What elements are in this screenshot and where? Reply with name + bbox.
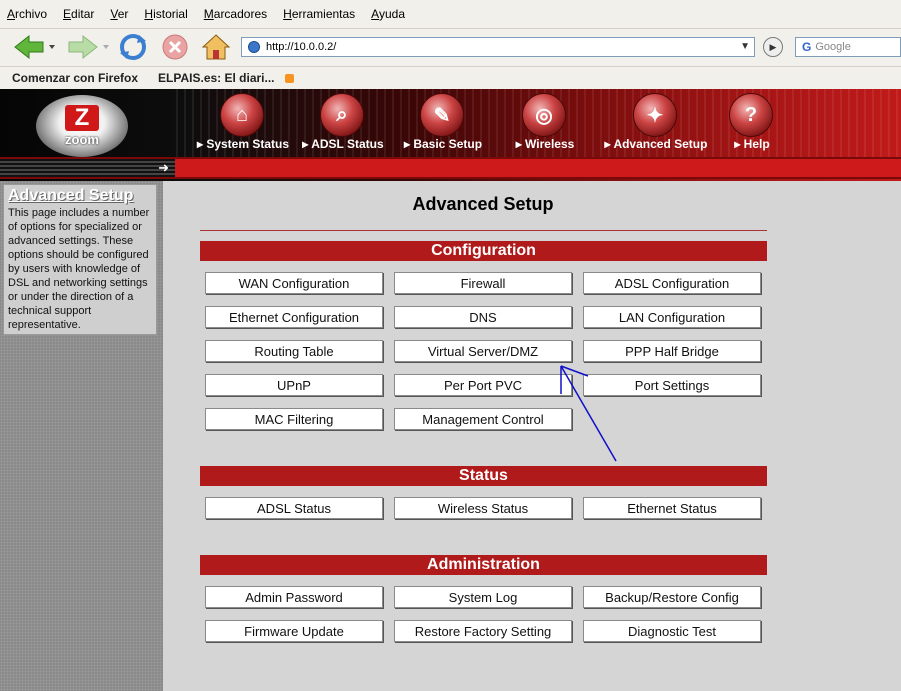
routing-table-button[interactable]: Routing Table — [205, 340, 383, 362]
wireless-status-button[interactable]: Wireless Status — [394, 497, 572, 519]
sidebar-info-box: Advanced Setup This page includes a numb… — [3, 184, 157, 335]
home-icon — [201, 34, 231, 60]
section-configuration: Configuration — [200, 241, 767, 261]
stop-button[interactable] — [160, 33, 190, 61]
ethernet-status-button[interactable]: Ethernet Status — [583, 497, 761, 519]
ppp-half-bridge-button[interactable]: PPP Half Bridge — [583, 340, 761, 362]
dns-button[interactable]: DNS — [394, 306, 572, 328]
nav-basic-setup[interactable]: ✎ ▸ Basic Setup — [388, 93, 498, 157]
ethernet-configuration-button[interactable]: Ethernet Configuration — [205, 306, 383, 328]
go-button[interactable]: ▶ — [763, 37, 783, 57]
navigation-toolbar: http://10.0.0.2/ ▼ ▶ G Google — [0, 29, 901, 67]
lan-configuration-button[interactable]: LAN Configuration — [583, 306, 761, 328]
stop-icon — [162, 34, 188, 60]
basic-setup-icon: ✎ — [420, 93, 464, 137]
header-arrow-bar: ➜ — [0, 159, 175, 177]
site-globe-icon — [248, 41, 260, 53]
adsl-status-icon: ⌕ — [320, 93, 364, 137]
zoom-z-icon: Z — [65, 105, 99, 131]
reload-button[interactable] — [118, 33, 148, 61]
section-administration: Administration — [200, 555, 767, 575]
per-port-pvc-button[interactable]: Per Port PVC — [394, 374, 572, 396]
url-text: http://10.0.0.2/ — [266, 41, 337, 53]
wan-configuration-button[interactable]: WAN Configuration — [205, 272, 383, 294]
search-box[interactable]: G Google — [795, 37, 901, 57]
back-arrow-icon — [14, 34, 55, 60]
forward-arrow-icon — [68, 34, 109, 60]
upnp-button[interactable]: UPnP — [205, 374, 383, 396]
bookmarks-toolbar: Comenzar con Firefox ELPAIS.es: El diari… — [0, 67, 901, 90]
zoom-logo: Z zoom — [36, 95, 128, 157]
system-log-button[interactable]: System Log — [394, 586, 572, 608]
bookmark-elpais[interactable]: ELPAIS.es: El diari... — [158, 71, 274, 85]
url-dropdown-icon[interactable]: ▼ — [740, 41, 750, 52]
sidebar-title[interactable]: Advanced Setup — [8, 187, 152, 205]
backup-restore-config-button[interactable]: Backup/Restore Config — [583, 586, 761, 608]
home-button[interactable] — [200, 33, 232, 61]
adsl-configuration-button[interactable]: ADSL Configuration — [583, 272, 761, 294]
mac-filtering-button[interactable]: MAC Filtering — [205, 408, 383, 430]
diagnostic-test-button[interactable]: Diagnostic Test — [583, 620, 761, 642]
nav-wireless[interactable]: ◎ ▸ Wireless — [490, 93, 600, 157]
reload-icon — [120, 34, 146, 60]
left-sidebar: Advanced Setup This page includes a numb… — [0, 181, 163, 691]
wireless-icon: ◎ — [522, 93, 566, 137]
title-divider — [200, 230, 767, 231]
nav-help[interactable]: ? ▸ Help — [697, 93, 807, 157]
section-status: Status — [200, 466, 767, 486]
bookmark-comenzar[interactable]: Comenzar con Firefox — [12, 71, 138, 85]
url-bar[interactable]: http://10.0.0.2/ ▼ — [241, 37, 755, 57]
arrow-right-icon: ➜ — [158, 160, 169, 175]
menu-bar: Archivo Editar Ver Historial Marcadores … — [0, 0, 901, 29]
restore-factory-setting-button[interactable]: Restore Factory Setting — [394, 620, 572, 642]
nav-adsl-status[interactable]: ⌕ ▸ ADSL Status — [288, 93, 398, 157]
zoom-logo-text: zoom — [65, 132, 99, 147]
system-status-icon: ⌂ — [220, 93, 264, 137]
menu-ayuda[interactable]: Ayuda — [371, 7, 405, 21]
forward-button[interactable] — [64, 33, 110, 61]
menu-archivo[interactable]: Archivo — [7, 7, 47, 21]
firmware-update-button[interactable]: Firmware Update — [205, 620, 383, 642]
search-placeholder: Google — [815, 41, 851, 53]
sidebar-description: This page includes a number of options f… — [8, 207, 150, 331]
help-icon: ? — [729, 93, 773, 137]
main-content: Advanced Setup Configuration WAN Configu… — [163, 181, 901, 691]
menu-editar[interactable]: Editar — [63, 7, 94, 21]
management-control-button[interactable]: Management Control — [394, 408, 572, 430]
menu-marcadores[interactable]: Marcadores — [204, 7, 267, 21]
advanced-setup-icon: ✦ — [633, 93, 677, 137]
menu-ver[interactable]: Ver — [110, 7, 128, 21]
virtual-server-dmz-button[interactable]: Virtual Server/DMZ — [394, 340, 572, 362]
adsl-status-button[interactable]: ADSL Status — [205, 497, 383, 519]
nav-system-status[interactable]: ⌂ ▸ System Status — [188, 93, 298, 157]
menu-herramientas[interactable]: Herramientas — [283, 7, 355, 21]
page-title: Advanced Setup — [412, 194, 554, 214]
menu-historial[interactable]: Historial — [144, 7, 187, 21]
port-settings-button[interactable]: Port Settings — [583, 374, 761, 396]
firewall-button[interactable]: Firewall — [394, 272, 572, 294]
rss-icon — [284, 73, 294, 83]
admin-password-button[interactable]: Admin Password — [205, 586, 383, 608]
nav-advanced-setup[interactable]: ✦ ▸ Advanced Setup — [601, 93, 711, 157]
back-button[interactable] — [10, 33, 56, 61]
google-icon: G — [802, 40, 812, 54]
